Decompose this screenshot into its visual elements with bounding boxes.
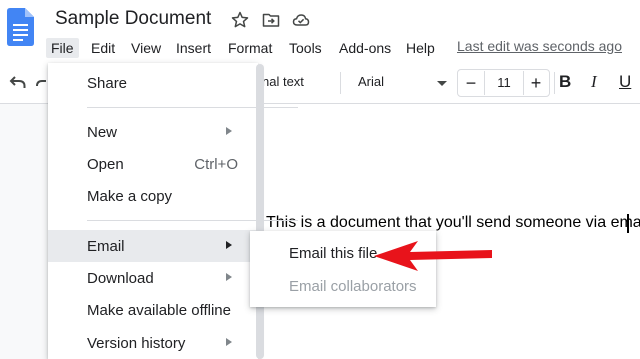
file-menu-dropdown: Share New Open Ctrl+O Make a copy Email …	[48, 63, 298, 359]
italic-button[interactable]: I	[591, 72, 597, 92]
text-cursor	[627, 214, 629, 233]
font-size-input[interactable]: 11	[484, 71, 524, 95]
menu-item-label: Version history	[87, 335, 186, 352]
menu-item-shortcut: Ctrl+O	[194, 156, 238, 173]
menu-item-label: Email	[87, 238, 125, 255]
file-menu-item-open[interactable]: Open Ctrl+O	[48, 148, 258, 180]
move-folder-icon[interactable]	[262, 11, 280, 29]
file-menu-item-download[interactable]: Download	[48, 262, 258, 294]
star-icon[interactable]	[231, 11, 249, 29]
menu-item-label: New	[87, 124, 118, 141]
google-docs-logo-icon[interactable]	[7, 8, 34, 46]
paragraph-style-select[interactable]: nal text	[262, 74, 304, 89]
file-menu-item-share[interactable]: Share	[48, 67, 258, 99]
toolbar-divider	[340, 72, 341, 94]
menu-divider	[87, 220, 298, 221]
menu-item-label: Make available offline	[87, 302, 231, 319]
file-menu-item-version-history[interactable]: Version history	[48, 327, 258, 359]
file-menu-item-make-available-offline[interactable]: Make available offline	[48, 294, 258, 326]
menu-item-label: Make a copy	[87, 188, 173, 205]
submenu-arrow-icon	[226, 241, 232, 249]
redo-icon[interactable]	[36, 75, 46, 91]
submenu-arrow-icon	[226, 338, 232, 346]
menu-tools[interactable]: Tools	[289, 38, 322, 58]
document-title[interactable]: Sample Document	[55, 8, 211, 30]
menu-format[interactable]: Format	[228, 38, 272, 58]
menu-item-label: Open	[87, 156, 124, 173]
menu-divider	[87, 107, 298, 108]
file-menu-item-email[interactable]: Email	[48, 230, 258, 262]
menu-item-label: Email this file	[289, 245, 378, 262]
underline-button[interactable]: U	[619, 72, 631, 92]
menu-item-label: Share	[87, 75, 128, 92]
bold-button[interactable]: B	[559, 72, 571, 92]
menu-scrollbar[interactable]	[256, 64, 264, 359]
submenu-arrow-icon	[226, 273, 232, 281]
chevron-down-icon[interactable]	[437, 81, 447, 86]
toolbar-divider	[554, 72, 555, 94]
undo-icon[interactable]	[9, 75, 27, 91]
menu-addons[interactable]: Add-ons	[339, 38, 391, 58]
decrease-font-size-button[interactable]: −	[460, 72, 482, 94]
file-menu-item-new[interactable]: New	[48, 116, 258, 148]
submenu-item-email-collaborators: Email collaborators	[250, 270, 436, 302]
menu-view[interactable]: View	[131, 38, 161, 58]
submenu-arrow-icon	[226, 127, 232, 135]
title-bar: Sample Document File Edit View Insert Fo…	[0, 0, 640, 62]
font-select[interactable]: Arial	[358, 74, 384, 89]
menu-item-label: Email collaborators	[289, 278, 417, 295]
menu-file[interactable]: File	[46, 38, 79, 58]
document-body-text[interactable]: This is a document that you'll send some…	[266, 214, 640, 232]
font-size-stepper: − 11 +	[457, 69, 550, 97]
last-edit-link[interactable]: Last edit was seconds ago	[457, 38, 622, 54]
menu-insert[interactable]: Insert	[176, 38, 211, 58]
menu-help[interactable]: Help	[406, 38, 435, 58]
annotation-arrow-icon	[374, 241, 492, 271]
cloud-saved-icon[interactable]	[292, 11, 310, 29]
increase-font-size-button[interactable]: +	[525, 72, 547, 94]
file-menu-item-make-a-copy[interactable]: Make a copy	[48, 180, 258, 212]
menu-edit[interactable]: Edit	[91, 38, 115, 58]
menu-item-label: Download	[87, 270, 154, 287]
